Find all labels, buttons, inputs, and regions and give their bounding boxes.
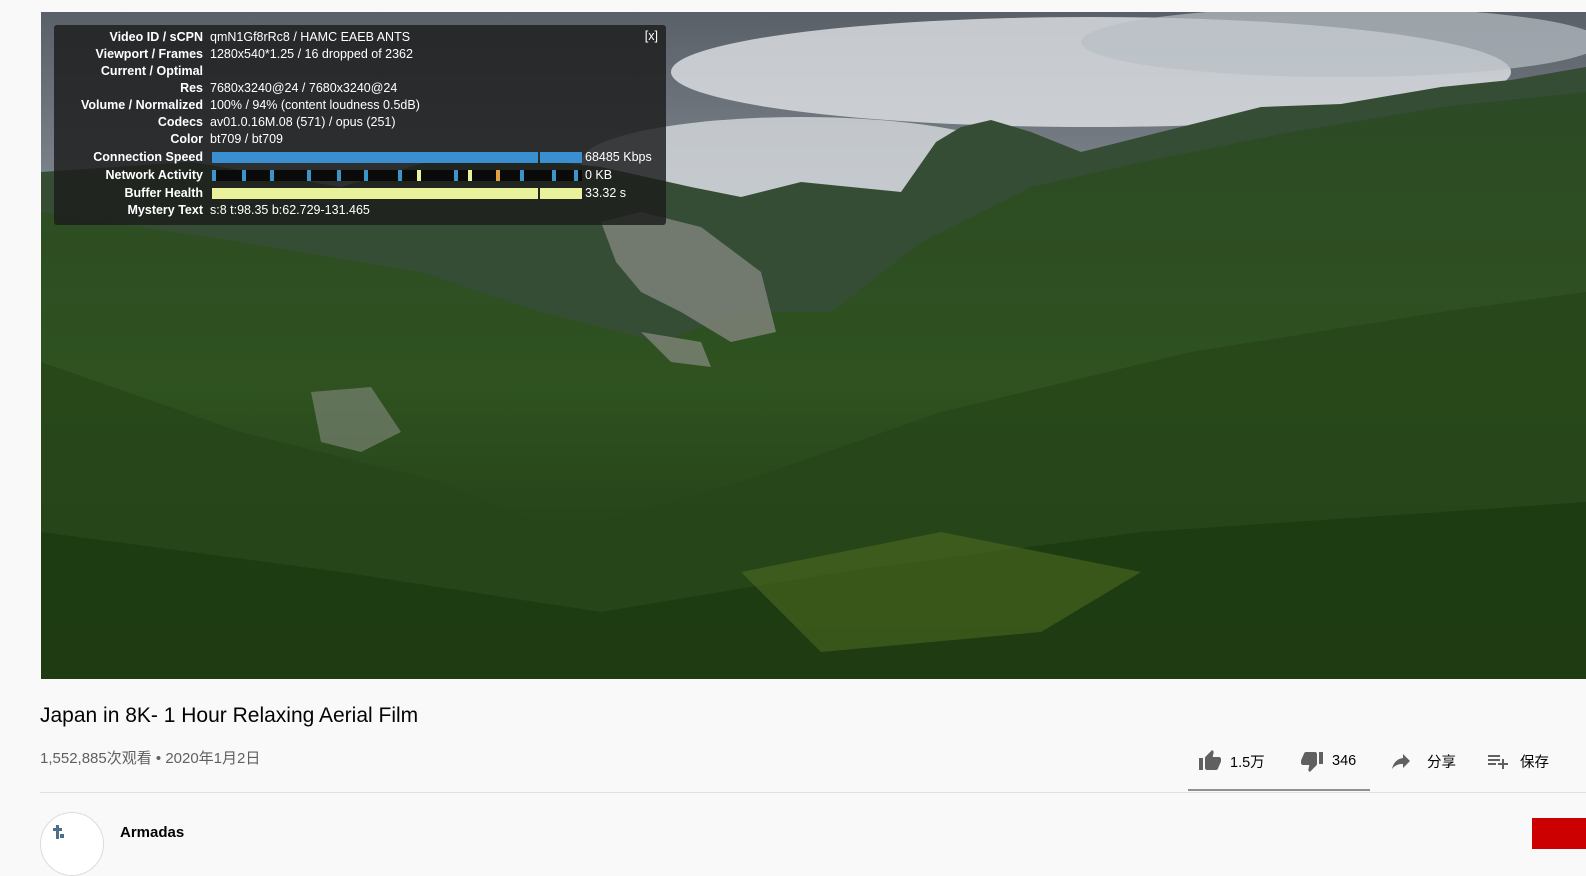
stats-row-video-id: Video ID / sCPN qmN1Gf8rRc8 / HAMC EAEB … <box>54 30 666 47</box>
stats-label: Viewport / Frames <box>95 47 203 61</box>
network-activity-tick <box>398 170 402 181</box>
stats-value: 7680x3240@24 / 7680x3240@24 <box>210 81 398 95</box>
video-view-count-date: 1,552,885次观看 • 2020年1月2日 <box>40 750 261 767</box>
network-activity-tick <box>242 170 246 181</box>
stats-value: 0 KB <box>585 168 613 182</box>
network-activity-tick <box>520 170 524 181</box>
buffer-health-bar-tail <box>540 188 582 199</box>
network-activity-bar <box>212 170 582 181</box>
network-activity-tick <box>552 170 556 181</box>
stats-label: Network Activity <box>105 168 203 182</box>
network-activity-tick <box>496 170 500 181</box>
stats-row-volume: Volume / Normalized 100% / 94% (content … <box>54 98 666 115</box>
thumbs-up-icon <box>1199 750 1221 770</box>
dislike-count: 346 <box>1332 753 1357 769</box>
like-ratio-bar <box>1188 789 1370 791</box>
stats-row-res: Res 7680x3240@24 / 7680x3240@24 <box>54 81 666 98</box>
stats-row-codecs: Codecs av01.0.16M.08 (571) / opus (251) <box>54 115 666 132</box>
stats-row-color: Color bt709 / bt709 <box>54 132 666 149</box>
stats-row-network-activity: Network Activity 0 KB <box>54 168 666 185</box>
share-label: 分享 <box>1427 754 1456 771</box>
stats-value: s:8 t:98.35 b:62.729-131.465 <box>210 203 370 217</box>
stats-label: Codecs <box>157 115 203 129</box>
stats-value: 1280x540*1.25 / 16 dropped of 2362 <box>210 47 413 61</box>
stats-label: Connection Speed <box>93 150 203 164</box>
stats-label: Res <box>180 81 203 95</box>
like-button[interactable]: 1.5万 <box>1198 749 1265 773</box>
stats-label: Volume / Normalized <box>80 98 203 112</box>
stats-value: 100% / 94% (content loudness 0.5dB) <box>210 98 420 112</box>
channel-logo-icon <box>53 825 64 839</box>
connection-speed-bar <box>212 152 538 163</box>
stats-value: 68485 Kbps <box>585 150 652 164</box>
stats-label: Color <box>170 132 203 146</box>
channel-name[interactable]: Armadas <box>120 824 184 841</box>
stats-label: Current / Optimal <box>100 64 203 78</box>
network-activity-tick <box>307 170 311 181</box>
save-label: 保存 <box>1520 754 1549 771</box>
video-player[interactable]: [x] Video ID / sCPN qmN1Gf8rRc8 / HAMC E… <box>41 12 1586 679</box>
subscribe-button[interactable] <box>1532 818 1586 849</box>
stats-row-viewport: Viewport / Frames 1280x540*1.25 / 16 dro… <box>54 47 666 64</box>
stats-value: 33.32 s <box>585 186 627 200</box>
stats-label: Mystery Text <box>127 203 204 217</box>
network-activity-tick <box>270 170 274 181</box>
stats-label: Video ID / sCPN <box>109 30 203 44</box>
thumbs-down-icon <box>1301 752 1323 772</box>
stats-value: av01.0.16M.08 (571) / opus (251) <box>210 115 396 129</box>
stats-row-current-optimal: Current / Optimal <box>54 64 666 81</box>
network-activity-tick <box>454 170 458 181</box>
stats-row-mystery-text: Mystery Text s:8 t:98.35 b:62.729-131.46… <box>54 203 666 220</box>
connection-speed-bar-tail <box>540 152 582 163</box>
stats-row-buffer-health: Buffer Health 33.32 s <box>54 186 666 203</box>
stats-label: Buffer Health <box>124 186 203 200</box>
network-activity-tick <box>468 170 472 181</box>
divider <box>40 792 1586 793</box>
network-activity-tick <box>417 170 421 181</box>
share-button[interactable]: 分享 <box>1389 749 1456 773</box>
video-title: Japan in 8K- 1 Hour Relaxing Aerial Film <box>40 704 419 727</box>
like-count: 1.5万 <box>1230 754 1265 771</box>
playlist-add-icon <box>1488 755 1508 769</box>
stats-row-connection-speed: Connection Speed 68485 Kbps <box>54 150 666 167</box>
network-activity-tick <box>212 170 216 181</box>
share-arrow-icon <box>1392 754 1410 769</box>
buffer-health-bar <box>212 188 538 199</box>
channel-avatar[interactable] <box>40 812 104 876</box>
network-activity-tick <box>337 170 341 181</box>
network-activity-tick <box>364 170 368 181</box>
stats-value: bt709 / bt709 <box>210 132 283 146</box>
dislike-button[interactable]: 346 <box>1300 749 1356 773</box>
save-button[interactable]: 保存 <box>1486 749 1549 773</box>
stats-for-nerds-panel: [x] Video ID / sCPN qmN1Gf8rRc8 / HAMC E… <box>54 25 666 225</box>
stats-value: qmN1Gf8rRc8 / HAMC EAEB ANTS <box>210 30 411 44</box>
network-activity-tick <box>574 170 578 181</box>
